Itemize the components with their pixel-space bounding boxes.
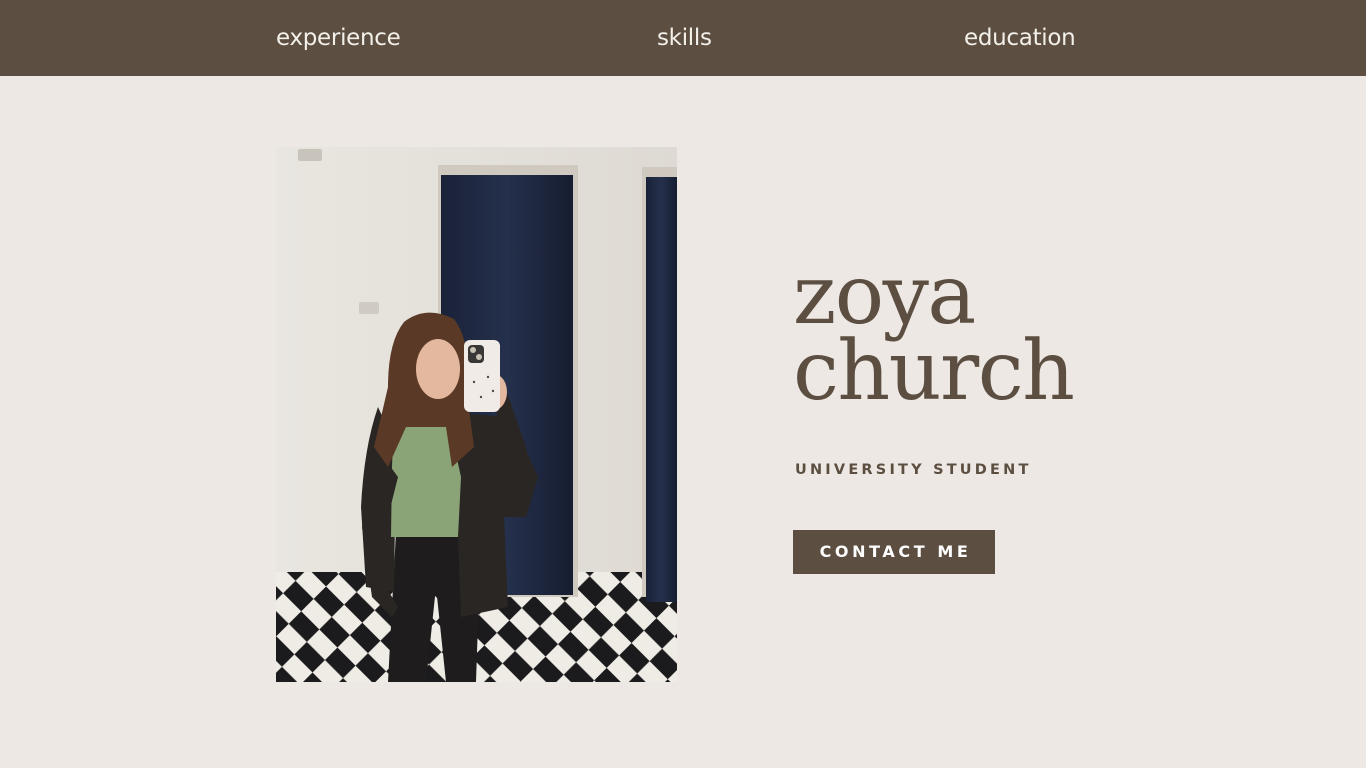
last-name: church [793, 324, 1075, 419]
nav-link-experience[interactable]: experience [276, 0, 401, 76]
nav-link-education[interactable]: education [964, 0, 1076, 76]
portrait-photo-illustration [276, 147, 677, 682]
nav-link-skills[interactable]: skills [657, 0, 712, 76]
contact-me-button[interactable]: CONTACT ME [793, 530, 995, 574]
top-nav: experience skills education [0, 0, 1366, 76]
profile-photo [276, 147, 677, 682]
first-name: zoya [793, 248, 976, 343]
hero-name: zoya church [793, 248, 1075, 419]
hero-subtitle: UNIVERSITY STUDENT [795, 462, 1032, 478]
